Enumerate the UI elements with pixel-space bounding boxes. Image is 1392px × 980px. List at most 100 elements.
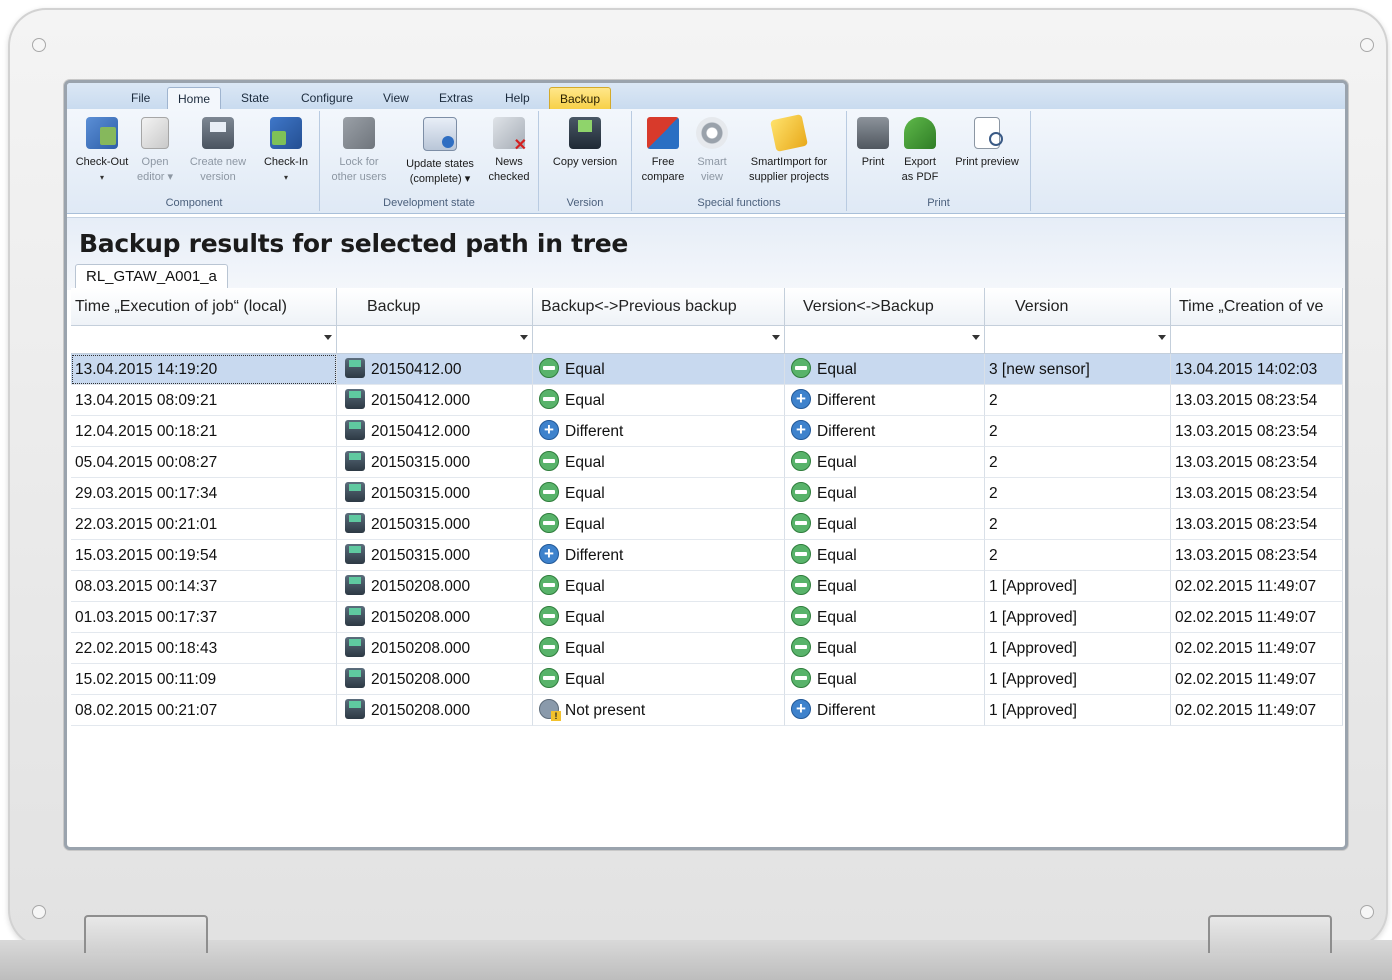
cell-time-creation[interactable]: 02.02.2015 11:49:07 xyxy=(1171,602,1343,633)
column-header-version[interactable]: Version xyxy=(985,288,1171,326)
column-header-time-creation[interactable]: Time „Creation of ve xyxy=(1171,288,1343,326)
cell-time-creation[interactable]: 13.03.2015 08:23:54 xyxy=(1171,416,1343,447)
update-states-button[interactable]: Update states (complete) ▾ xyxy=(398,117,482,187)
cell-backup-previous[interactable]: Equal xyxy=(533,385,785,416)
cell-time-execution[interactable]: 13.04.2015 08:09:21 xyxy=(71,385,337,416)
cell-version-backup[interactable]: Equal xyxy=(785,354,985,385)
cell-time-execution[interactable]: 22.03.2015 00:21:01 xyxy=(71,509,337,540)
cell-version-backup[interactable]: Different xyxy=(785,695,985,726)
cell-version-backup[interactable]: Equal xyxy=(785,571,985,602)
cell-version[interactable]: 2 xyxy=(985,447,1171,478)
cell-version-backup[interactable]: Different xyxy=(785,385,985,416)
column-header-time-execution[interactable]: Time „Execution of job“ (local) xyxy=(71,288,337,326)
cell-backup-previous[interactable]: Equal xyxy=(533,633,785,664)
column-header-version-backup[interactable]: Version<->Backup xyxy=(785,288,985,326)
print-preview-button[interactable]: Print preview xyxy=(947,117,1027,170)
cell-backup-previous[interactable]: Different xyxy=(533,416,785,447)
filter-time-creation[interactable] xyxy=(1171,326,1343,354)
cell-time-creation[interactable]: 02.02.2015 11:49:07 xyxy=(1171,633,1343,664)
table-row[interactable]: 29.03.2015 00:17:34 20150315.000 Equal Equa… xyxy=(71,478,1343,509)
cell-backup[interactable]: 20150208.000 xyxy=(337,571,533,602)
copy-version-button[interactable]: Copy version xyxy=(545,117,625,170)
cell-time-creation[interactable]: 13.03.2015 08:23:54 xyxy=(1171,447,1343,478)
table-row[interactable]: 15.02.2015 00:11:09 20150208.000 Equal Equa… xyxy=(71,664,1343,695)
cell-time-execution[interactable]: 15.03.2015 00:19:54 xyxy=(71,540,337,571)
cell-backup[interactable]: 20150315.000 xyxy=(337,509,533,540)
cell-version-backup[interactable]: Equal xyxy=(785,664,985,695)
cell-backup[interactable]: 20150315.000 xyxy=(337,540,533,571)
create-version-button[interactable]: Create new version xyxy=(183,117,253,185)
filter-version-backup[interactable] xyxy=(785,326,985,354)
cell-backup-previous[interactable]: Equal xyxy=(533,478,785,509)
cell-backup-previous[interactable]: Equal xyxy=(533,571,785,602)
cell-version[interactable]: 2 xyxy=(985,478,1171,509)
cell-backup[interactable]: 20150208.000 xyxy=(337,633,533,664)
cell-backup[interactable]: 20150315.000 xyxy=(337,447,533,478)
cell-time-execution[interactable]: 08.02.2015 00:21:07 xyxy=(71,695,337,726)
table-row[interactable]: 13.04.2015 08:09:21 20150412.000 Equal Diff… xyxy=(71,385,1343,416)
tab-help[interactable]: Help xyxy=(495,87,540,109)
cell-time-creation[interactable]: 13.03.2015 08:23:54 xyxy=(1171,509,1343,540)
cell-backup[interactable]: 20150315.000 xyxy=(337,478,533,509)
open-editor-button[interactable]: Open editor ▾ xyxy=(135,117,175,185)
checkin-button[interactable]: Check-In ▾ xyxy=(257,117,315,185)
table-row[interactable]: 12.04.2015 00:18:21 20150412.000 Different… xyxy=(71,416,1343,447)
cell-version[interactable]: 1 [Approved] xyxy=(985,664,1171,695)
cell-time-execution[interactable]: 15.02.2015 00:11:09 xyxy=(71,664,337,695)
tab-configure[interactable]: Configure xyxy=(291,87,363,109)
smart-view-button[interactable]: Smart view xyxy=(692,117,732,185)
filter-time-execution[interactable] xyxy=(71,326,337,354)
cell-backup-previous[interactable]: Equal xyxy=(533,354,785,385)
lock-button[interactable]: Lock for other users xyxy=(324,117,394,185)
cell-time-execution[interactable]: 08.03.2015 00:14:37 xyxy=(71,571,337,602)
cell-version-backup[interactable]: Equal xyxy=(785,633,985,664)
table-row[interactable]: 01.03.2015 00:17:37 20150208.000 Equal Equa… xyxy=(71,602,1343,633)
cell-version[interactable]: 3 [new sensor] xyxy=(985,354,1171,385)
column-header-backup[interactable]: Backup xyxy=(337,288,533,326)
free-compare-button[interactable]: Free compare xyxy=(638,117,688,185)
cell-backup-previous[interactable]: Equal xyxy=(533,664,785,695)
cell-version[interactable]: 2 xyxy=(985,416,1171,447)
cell-time-execution[interactable]: 05.04.2015 00:08:27 xyxy=(71,447,337,478)
tab-view[interactable]: View xyxy=(373,87,419,109)
cell-backup-previous[interactable]: Equal xyxy=(533,447,785,478)
table-row[interactable]: 22.02.2015 00:18:43 20150208.000 Equal Equa… xyxy=(71,633,1343,664)
cell-time-creation[interactable]: 02.02.2015 11:49:07 xyxy=(1171,571,1343,602)
cell-version-backup[interactable]: Equal xyxy=(785,447,985,478)
cell-backup[interactable]: 20150412.000 xyxy=(337,385,533,416)
column-header-backup-previous[interactable]: Backup<->Previous backup xyxy=(533,288,785,326)
tab-file[interactable]: File xyxy=(121,87,160,109)
cell-time-creation[interactable]: 13.03.2015 08:23:54 xyxy=(1171,478,1343,509)
table-row[interactable]: 08.02.2015 00:21:07 20150208.000 Not prese… xyxy=(71,695,1343,726)
cell-backup[interactable]: 20150208.000 xyxy=(337,664,533,695)
cell-version[interactable]: 2 xyxy=(985,509,1171,540)
table-row[interactable]: 22.03.2015 00:21:01 20150315.000 Equal Equa… xyxy=(71,509,1343,540)
filter-backup[interactable] xyxy=(337,326,533,354)
cell-backup[interactable]: 20150412.00 xyxy=(337,354,533,385)
cell-time-execution[interactable]: 29.03.2015 00:17:34 xyxy=(71,478,337,509)
cell-time-creation[interactable]: 13.03.2015 08:23:54 xyxy=(1171,385,1343,416)
tab-state[interactable]: State xyxy=(231,87,279,109)
cell-time-creation[interactable]: 13.03.2015 08:23:54 xyxy=(1171,540,1343,571)
filter-backup-previous[interactable] xyxy=(533,326,785,354)
document-tab[interactable]: RL_GTAW_A001_a xyxy=(75,264,228,289)
cell-version-backup[interactable]: Equal xyxy=(785,540,985,571)
table-row[interactable]: 15.03.2015 00:19:54 20150315.000 Different… xyxy=(71,540,1343,571)
table-row[interactable]: 13.04.2015 14:19:20 20150412.00 Equal Equal… xyxy=(71,354,1343,385)
cell-version-backup[interactable]: Equal xyxy=(785,602,985,633)
filter-version[interactable] xyxy=(985,326,1171,354)
cell-backup-previous[interactable]: Different xyxy=(533,540,785,571)
cell-version[interactable]: 1 [Approved] xyxy=(985,602,1171,633)
tab-home[interactable]: Home xyxy=(167,87,222,110)
cell-backup[interactable]: 20150208.000 xyxy=(337,602,533,633)
cell-backup-previous[interactable]: Not present xyxy=(533,695,785,726)
tab-extras[interactable]: Extras xyxy=(429,87,483,109)
cell-version[interactable]: 1 [Approved] xyxy=(985,571,1171,602)
cell-version[interactable]: 2 xyxy=(985,385,1171,416)
export-pdf-button[interactable]: Export as PDF xyxy=(897,117,943,185)
print-button[interactable]: Print xyxy=(853,117,893,170)
cell-time-creation[interactable]: 13.04.2015 14:02:03 xyxy=(1171,354,1343,385)
cell-version[interactable]: 1 [Approved] xyxy=(985,695,1171,726)
news-checked-button[interactable]: News checked xyxy=(484,117,534,185)
cell-version[interactable]: 2 xyxy=(985,540,1171,571)
